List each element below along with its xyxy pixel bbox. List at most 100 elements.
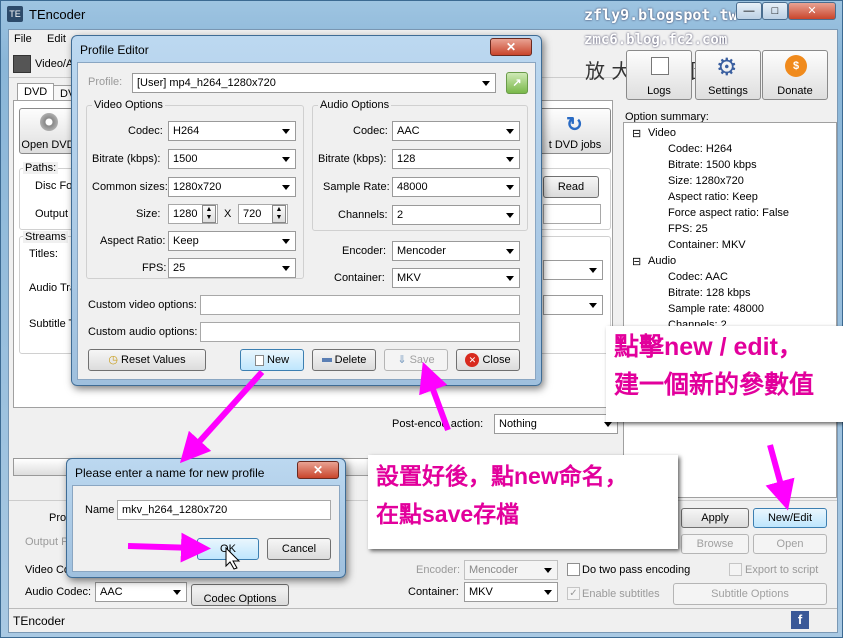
close-button[interactable]: ✕ <box>788 2 836 20</box>
status-text: TEncoder <box>13 614 66 628</box>
gear-icon: ⚙ <box>716 54 738 81</box>
audio-bitrate-select[interactable]: 128 <box>392 149 520 169</box>
enable-subtitles-checkbox[interactable]: ✓ <box>567 587 580 600</box>
common-sizes-select[interactable]: 1280x720 <box>168 177 296 197</box>
fps-select[interactable]: 25 <box>168 258 296 278</box>
apply-button[interactable]: Apply <box>681 508 749 528</box>
reset-values-button[interactable]: ◷ Reset Values <box>88 349 206 371</box>
new-file-icon <box>254 354 264 366</box>
channels-label: Channels: <box>338 209 388 221</box>
container-label: Container: <box>334 272 385 284</box>
facebook-icon[interactable]: f <box>791 611 809 629</box>
encoder-select[interactable]: Mencoder <box>464 560 558 580</box>
export-script-checkbox[interactable] <box>729 563 742 576</box>
output-path-input[interactable] <box>543 204 601 224</box>
new-edit-button[interactable]: New/Edit <box>753 508 827 528</box>
close-profile-editor-button[interactable]: ✕ Close <box>456 349 520 371</box>
logs-icon <box>651 57 669 75</box>
width-spinner[interactable]: ▲ ▼ <box>202 205 216 223</box>
custom-audio-input[interactable] <box>200 322 520 342</box>
new-profile-button[interactable]: New <box>240 349 304 371</box>
apply-profile-arrow-icon[interactable]: ↗ <box>506 72 528 94</box>
bitrate-label: Bitrate (kbps): <box>92 153 161 165</box>
profile-editor-title: Profile Editor <box>80 43 149 57</box>
annotation-new-edit: 點擊new / edit， 建一個新的參數值 <box>606 326 843 422</box>
audio-track-select[interactable] <box>543 295 603 315</box>
post-encode-select[interactable]: Nothing <box>494 414 618 434</box>
encoder-select[interactable]: Mencoder <box>392 241 520 261</box>
container-select[interactable]: MKV <box>464 582 558 602</box>
output-label: Output <box>35 208 69 220</box>
settings-button[interactable]: ⚙ Settings <box>695 50 761 100</box>
channels-select[interactable]: 2 <box>392 205 520 225</box>
profile-editor-close-x[interactable]: ✕ <box>490 38 532 56</box>
watermark-blog1: zfly9.blogspot.tw <box>584 6 738 24</box>
encoder-label: Encoder: <box>342 245 387 257</box>
custom-video-input[interactable] <box>200 295 520 315</box>
delete-profile-button[interactable]: Delete <box>312 349 376 371</box>
ok-button[interactable]: OK <box>197 538 259 560</box>
open-dvd-button[interactable]: Open DVD <box>19 108 77 154</box>
container-select[interactable]: MKV <box>392 268 520 288</box>
subtitle-options-button[interactable]: Subtitle Options <box>673 583 827 605</box>
name-label: Name <box>85 504 115 516</box>
menu-edit[interactable]: Edit <box>47 33 66 45</box>
open-button[interactable]: Open <box>753 534 827 554</box>
close-circle-icon: ✕ <box>465 353 480 368</box>
subtitle-track-label: Subtitle T <box>29 318 76 330</box>
profile-editor-body: Profile: [User] mp4_h264_1280x720 ↗ Vide… <box>77 62 536 380</box>
codec-options-button[interactable]: Codec Options <box>191 584 289 606</box>
read-button[interactable]: Read <box>543 176 599 198</box>
titles-select[interactable] <box>543 260 603 280</box>
audio-codec-label: Audio Codec: <box>25 586 92 598</box>
tree-item: Codec: H264 <box>668 143 733 155</box>
export-script-label: Export to script <box>745 564 819 576</box>
aspect-ratio-select[interactable]: Keep <box>168 231 296 251</box>
browse-button[interactable]: Browse <box>681 534 749 554</box>
tree-collapse-audio[interactable]: ⊟ <box>632 255 641 268</box>
profile-label: Profile: <box>88 76 123 88</box>
watermark-blog2: zmc6.blog.fc2.com <box>584 32 728 48</box>
dvd-disc-icon <box>40 113 58 131</box>
audio-codec-select[interactable]: AAC <box>392 121 520 141</box>
maximize-button[interactable]: □ <box>762 2 788 20</box>
profile-name-input[interactable]: mkv_h264_1280x720 <box>117 500 331 520</box>
dvd-jobs-button[interactable]: ↻ t DVD jobs <box>539 108 611 154</box>
tree-item: Aspect ratio: Keep <box>668 191 758 203</box>
fps-label: FPS: <box>142 262 167 274</box>
tree-item: Bitrate: 1500 kbps <box>668 159 757 171</box>
tree-collapse-video[interactable]: ⊟ <box>632 127 641 140</box>
height-spinner[interactable]: ▲ ▼ <box>272 205 286 223</box>
profile-select[interactable]: [User] mp4_h264_1280x720 <box>132 73 496 93</box>
two-pass-label: Do two pass encoding <box>582 564 691 576</box>
tree-node-audio[interactable]: Audio <box>648 255 676 267</box>
logs-button[interactable]: Logs <box>626 50 692 100</box>
enable-subtitles-label: Enable subtitles <box>582 588 660 600</box>
name-dialog-close-x[interactable]: ✕ <box>297 461 339 479</box>
post-encode-label: Post-encod action: <box>392 418 484 430</box>
app-icon: TE <box>7 6 23 22</box>
audio-codec-label: Codec: <box>353 125 388 137</box>
minus-icon <box>321 358 332 363</box>
tab-video-audio[interactable]: Video/A <box>35 58 73 70</box>
menu-file[interactable]: File <box>14 33 32 45</box>
video-options-title: Video Options <box>92 99 165 111</box>
sample-rate-select[interactable]: 48000 <box>392 177 520 197</box>
audio-codec-select[interactable]: AAC <box>95 582 187 602</box>
refresh-icon: ↻ <box>566 114 583 136</box>
encoder-label: Encoder: <box>416 564 461 576</box>
tree-item: Container: MKV <box>668 239 746 251</box>
tab-dvd[interactable]: DVD <box>17 83 55 100</box>
codec-select[interactable]: H264 <box>168 121 296 141</box>
save-profile-button[interactable]: ⇓ Save <box>384 349 448 371</box>
tree-node-video[interactable]: Video <box>648 127 676 139</box>
cancel-button[interactable]: Cancel <box>267 538 331 560</box>
tree-item: Size: 1280x720 <box>668 175 744 187</box>
disc-folder-label: Disc Fo <box>35 180 73 192</box>
donate-button[interactable]: $ Donate <box>762 50 828 100</box>
bitrate-select[interactable]: 1500 <box>168 149 296 169</box>
minimize-button[interactable]: — <box>736 2 762 20</box>
custom-video-label: Custom video options: <box>88 299 197 311</box>
paths-title: Paths: <box>23 162 59 174</box>
two-pass-checkbox[interactable] <box>567 563 580 576</box>
